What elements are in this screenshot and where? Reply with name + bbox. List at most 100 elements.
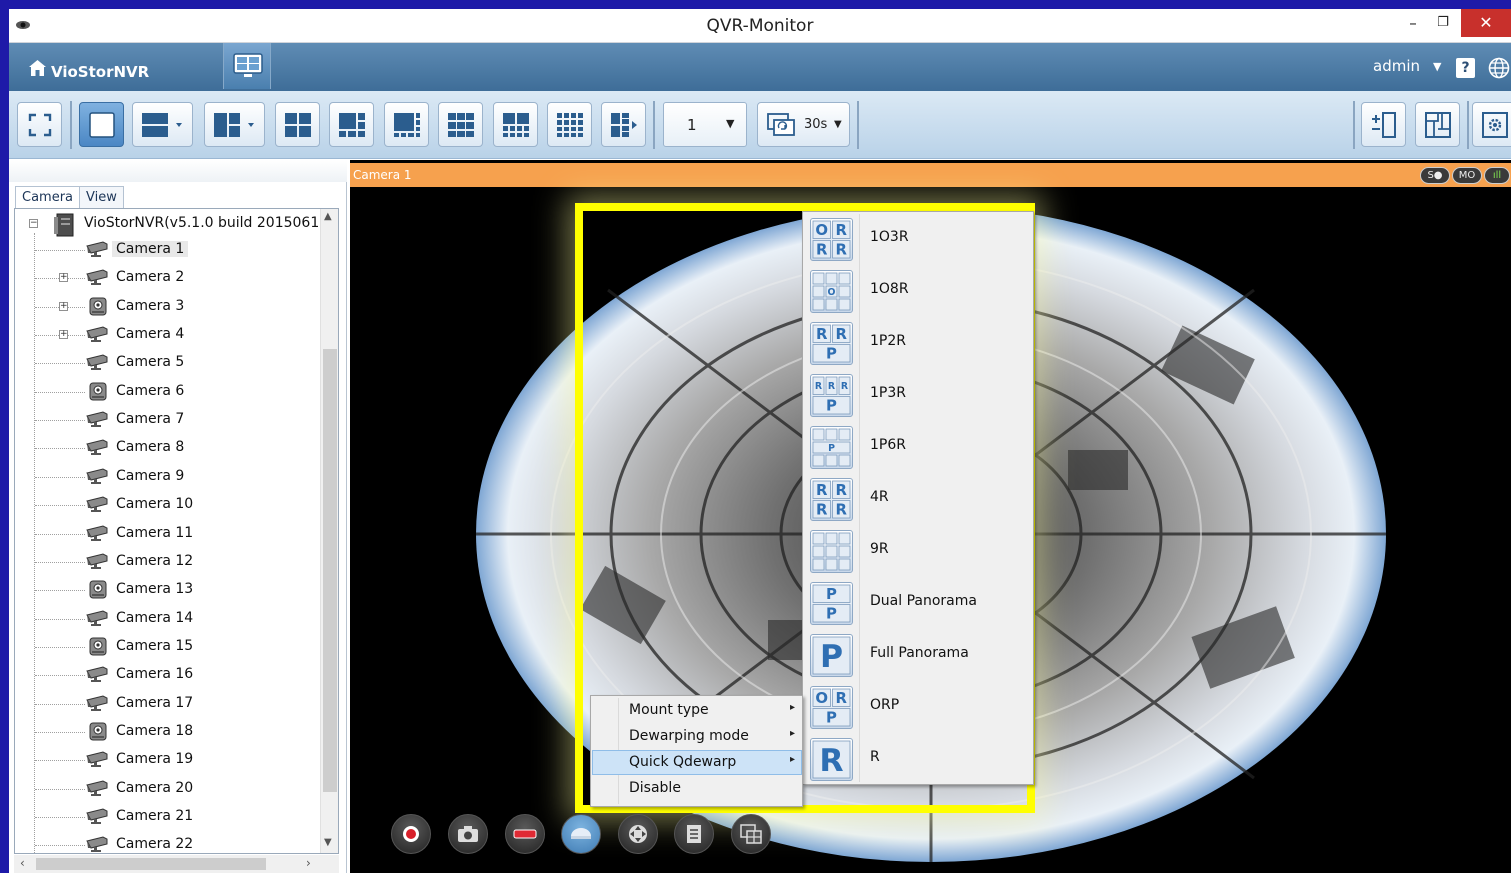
ptz-control-icon <box>629 825 647 843</box>
video-context-menu: Mount type ▸ Dewarping mode ▸ Quick Qdew… <box>590 695 803 807</box>
submenu-item-layout[interactable]: R R R R 4R <box>803 474 1033 526</box>
audio-button[interactable] <box>505 814 545 854</box>
layout-4-button[interactable] <box>275 102 320 147</box>
dewarp-button[interactable] <box>561 814 601 854</box>
tree-item-camera[interactable]: Camera 22 <box>15 831 325 853</box>
submenu-item-layout[interactable]: 9R <box>803 526 1033 578</box>
monitor-tab[interactable] <box>223 43 271 89</box>
tree-item-camera[interactable]: Camera 6 <box>15 378 325 406</box>
submenu-item-layout[interactable]: P Full Panorama <box>803 630 1033 682</box>
tree-item-camera[interactable]: Camera 13 <box>15 576 325 604</box>
tree-item-camera[interactable]: Camera 21 <box>15 803 325 831</box>
page-select[interactable]: 1 ▼ <box>663 102 747 147</box>
tree-item-camera[interactable]: Camera 16 <box>15 661 325 689</box>
submenu-item-layout[interactable]: O 1O8R <box>803 266 1033 318</box>
submenu-item-layout[interactable]: R R R P 1P3R <box>803 370 1033 422</box>
expand-toggle[interactable]: + <box>59 273 68 283</box>
scroll-down-icon[interactable]: ▼ <box>324 837 332 848</box>
layout-10-button[interactable] <box>493 102 538 147</box>
svg-text:R: R <box>816 501 828 519</box>
scroll-up-icon[interactable]: ▲ <box>324 211 332 222</box>
tab-view[interactable]: View <box>79 186 124 208</box>
tree-line <box>35 590 85 592</box>
tree-item-camera[interactable]: Camera 7 <box>15 406 325 434</box>
bullet-camera-icon <box>85 240 111 262</box>
tree-item-camera[interactable]: Camera 10 <box>15 491 325 519</box>
multi-view-button[interactable] <box>731 814 771 854</box>
layout-1-button[interactable] <box>79 102 124 147</box>
layout-8-button[interactable] <box>384 102 429 147</box>
scrollbar-thumb[interactable] <box>36 858 266 870</box>
svg-text:R: R <box>836 221 848 239</box>
tree-item-camera[interactable]: Camera 15 <box>15 633 325 661</box>
tree-item-camera[interactable]: Camera 18 <box>15 718 325 746</box>
layout-6-button[interactable] <box>329 102 374 147</box>
layout-split-horizontal-button[interactable] <box>132 102 193 147</box>
tree-item-camera[interactable]: + Camera 2 <box>15 264 325 292</box>
tree-item-camera[interactable]: Camera 8 <box>15 434 325 462</box>
submenu-arrow-icon: ▸ <box>790 754 796 765</box>
submenu-item-layout[interactable]: P P Dual Panorama <box>803 578 1033 630</box>
layout-custom-button[interactable] <box>204 102 265 147</box>
menu-item-disable[interactable]: Disable <box>592 776 802 801</box>
snapshot-button[interactable] <box>448 814 488 854</box>
globe-icon[interactable] <box>1488 57 1510 79</box>
tree-item-camera[interactable]: Camera 14 <box>15 605 325 633</box>
submenu-item-layout[interactable]: P 1P6R <box>803 422 1033 474</box>
tree-item-camera[interactable]: Camera 19 <box>15 746 325 774</box>
tree-vertical-scrollbar[interactable]: ▲ ▼ <box>320 209 338 853</box>
tree-item-camera[interactable]: Camera 17 <box>15 690 325 718</box>
scroll-right-icon[interactable]: › <box>306 856 311 870</box>
submenu-item-layout[interactable]: O R P ORP <box>803 682 1033 734</box>
help-button[interactable]: ? <box>1456 58 1475 78</box>
interval-value: 30s <box>804 117 828 132</box>
fullscreen-button[interactable] <box>17 102 62 147</box>
record-button[interactable] <box>391 814 431 854</box>
maximize-button[interactable]: ❐ <box>1431 9 1455 37</box>
toolbar-separator <box>1467 101 1469 149</box>
layout-9-button[interactable] <box>438 102 483 147</box>
tree-item-camera[interactable]: Camera 1 <box>15 236 325 264</box>
tree-item-camera[interactable]: Camera 11 <box>15 520 325 548</box>
collapse-toggle[interactable]: − <box>29 219 38 228</box>
sixteen-grid-icon <box>556 112 583 137</box>
tree-item-camera[interactable]: Camera 12 <box>15 548 325 576</box>
live-video-area[interactable]: Camera 1 S● MO ıll O R R R 1O3R O 1O8R R… <box>350 160 1511 873</box>
scrollbar-thumb[interactable] <box>323 349 337 792</box>
e-map-button[interactable] <box>1415 102 1460 147</box>
tab-camera[interactable]: Camera <box>15 186 81 208</box>
user-menu[interactable]: admin <box>1373 57 1420 75</box>
menu-item-dewarping-mode[interactable]: Dewarping mode ▸ <box>592 724 802 749</box>
menu-item-quick-qdewarp[interactable]: Quick Qdewarp ▸ <box>592 750 802 775</box>
tree-item-camera[interactable]: Camera 9 <box>15 463 325 491</box>
bullet-camera-icon <box>85 609 111 631</box>
sequential-mode-button[interactable]: 30s ▼ <box>757 102 850 147</box>
tree-item-camera[interactable]: Camera 20 <box>15 775 325 803</box>
bullet-camera-icon <box>85 552 111 574</box>
chevron-down-icon: ▼ <box>726 117 735 130</box>
layout-16-button[interactable] <box>547 102 592 147</box>
scroll-left-icon[interactable]: ‹ <box>20 856 25 870</box>
add-to-view-button[interactable] <box>1361 102 1406 147</box>
layout-more-button[interactable] <box>601 102 646 147</box>
expand-toggle[interactable]: + <box>59 330 68 340</box>
tree-item-camera[interactable]: + Camera 3 <box>15 293 325 321</box>
bullet-camera-icon <box>85 524 111 546</box>
home-icon[interactable] <box>29 60 46 76</box>
close-button[interactable]: ✕ <box>1461 9 1511 37</box>
submenu-item-label: 1P2R <box>870 333 906 349</box>
minimize-button[interactable]: – <box>1401 9 1425 37</box>
tree-item-camera[interactable]: Camera 5 <box>15 349 325 377</box>
tree-item-camera[interactable]: + Camera 4 <box>15 321 325 349</box>
expand-toggle[interactable]: + <box>59 301 68 311</box>
submenu-item-layout[interactable]: O R R R 1O3R <box>803 214 1033 266</box>
submenu-item-layout[interactable]: RR <box>803 734 1033 786</box>
user-dropdown-arrow[interactable]: ▼ <box>1433 60 1441 73</box>
submenu-item-layout[interactable]: R R P 1P2R <box>803 318 1033 370</box>
svg-text:R: R <box>816 481 828 499</box>
tree-horizontal-scrollbar[interactable]: ‹ › <box>14 855 339 873</box>
ptz-button[interactable] <box>618 814 658 854</box>
menu-item-mount-type[interactable]: Mount type ▸ <box>592 698 802 723</box>
event-log-button[interactable] <box>674 814 714 854</box>
settings-button[interactable] <box>1472 102 1511 147</box>
